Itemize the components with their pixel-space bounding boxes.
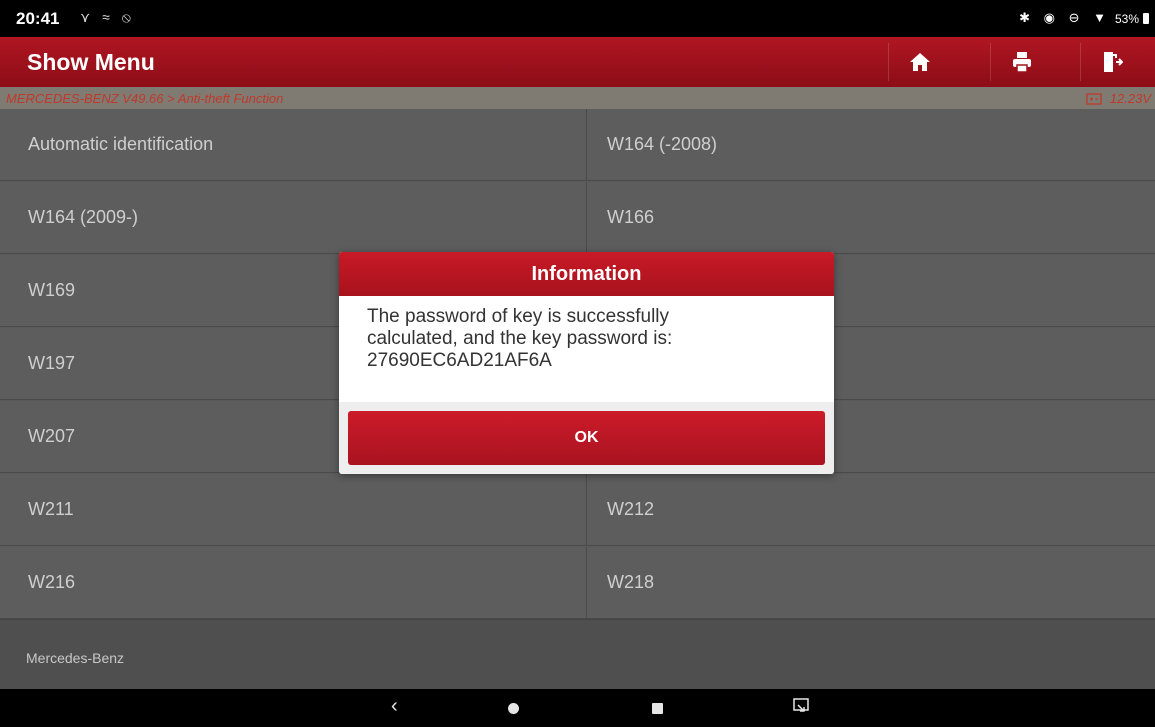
recent-apps-button[interactable] [652,703,663,714]
breadcrumb: MERCEDES-BENZ V49.66 > Anti-theft Functi… [6,91,284,106]
voltage-value: 12.23V [1109,91,1151,106]
information-dialog: Information The password of key is succe… [339,252,834,474]
menu-item-label: W211 [28,499,74,519]
footer-bar: Mercedes-Benz [0,619,1155,690]
status-bar: 20:41 ⋎ ≈ ⦸ ✱ ◉ ⊖ ▼ 53% [0,0,1155,37]
menu-item-label: W216 [28,572,76,592]
screen-capture-icon [793,698,809,712]
system-icons: ✱ ◉ ⊖ ▼ [1019,10,1111,25]
title-bar: Show Menu [0,37,1155,87]
key-password: 27690EC6AD21AF6A [367,350,552,371]
exit-icon [1104,52,1123,72]
dialog-title: Information [339,252,834,296]
ok-button[interactable]: OK [348,411,825,465]
battery-voltage-icon [1086,92,1102,105]
menu-item-label: W212 [607,499,655,519]
screen: 20:41 ⋎ ≈ ⦸ ✱ ◉ ⊖ ▼ 53% Show Menu MERCED… [0,0,1155,727]
menu-item-label: W207 [28,426,76,446]
voltage-indicator: 12.23V [1086,91,1151,106]
dialog-message-line: The password of key is successfully [367,306,670,327]
menu-item[interactable]: W164 (-2008) [586,109,1155,181]
menu-item-label: W197 [28,353,76,373]
home-icon [910,53,930,71]
dialog-footer: OK [339,402,834,474]
menu-item[interactable]: W216 [0,547,586,619]
menu-item[interactable]: W164 (2009-) [0,182,586,254]
menu-item[interactable]: W166 [586,182,1155,254]
menu-item-label: W166 [607,207,655,227]
clock: 20:41 [16,9,60,28]
page-title: Show Menu [27,49,155,75]
dialog-message: The password of key is successfully calc… [367,306,807,372]
home-nav-button[interactable] [508,703,519,714]
menu-item[interactable]: W218 [586,547,1155,619]
back-button[interactable]: ‹ [391,695,398,718]
menu-item-label: W169 [28,280,76,300]
brand-label: Mercedes-Benz [26,650,125,666]
notification-icons: ⋎ ≈ ⦸ [80,9,135,25]
battery-icon [1143,13,1149,24]
menu-item-label: Automatic identification [28,134,214,154]
menu-item[interactable]: W211 [0,474,586,546]
screen-capture-button[interactable] [793,698,809,721]
menu-item-label: W164 (-2008) [607,134,718,154]
menu-item-label: W218 [607,572,655,592]
dialog-message-line: calculated, and the key password is: [367,328,673,349]
menu-item[interactable]: W212 [586,474,1155,546]
exit-button[interactable] [1080,43,1143,81]
battery-level: 53% [1114,12,1139,26]
breadcrumb-bar: MERCEDES-BENZ V49.66 > Anti-theft Functi… [0,87,1155,109]
menu-item-label: W164 (2009-) [28,207,139,227]
navigation-bar: ‹ [0,689,1155,727]
print-icon [1013,52,1031,73]
home-button[interactable] [888,43,951,81]
print-button[interactable] [990,43,1053,81]
menu-item[interactable]: Automatic identification [0,109,586,181]
